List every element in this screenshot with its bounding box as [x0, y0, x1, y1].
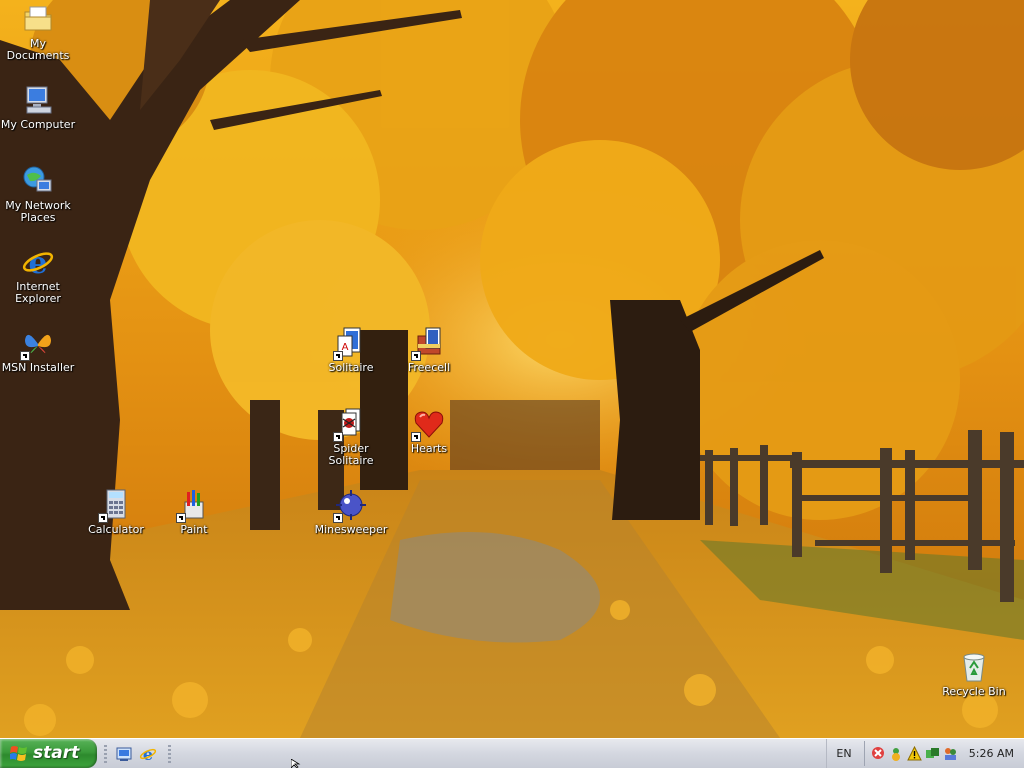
- desktop-icon-label: Calculator: [88, 523, 144, 536]
- desktop-icon-my-network-places[interactable]: My Network Places: [0, 164, 78, 224]
- desktop-icon-paint[interactable]: Paint: [154, 488, 234, 536]
- shortcut-arrow-icon: [411, 432, 421, 442]
- mouse-cursor-icon: [291, 759, 301, 768]
- start-label: start: [33, 743, 80, 763]
- desktop-icon-internet-explorer[interactable]: e Internet Explorer: [0, 245, 78, 305]
- desktop-icon-label: Spider Solitaire: [328, 442, 374, 467]
- msn-butterfly-icon: [20, 326, 55, 361]
- solitaire-icon: A: [333, 326, 368, 361]
- windows-logo-icon: [10, 746, 27, 761]
- desktop-icon-label: Minesweeper: [314, 523, 388, 536]
- security-alert-icon[interactable]: [907, 746, 922, 761]
- shortcut-arrow-icon: [20, 351, 30, 361]
- taskbar-grip[interactable]: [168, 745, 171, 763]
- desktop-icon-spider-solitaire[interactable]: Spider Solitaire: [311, 407, 391, 467]
- desktop-wallpaper[interactable]: [0, 0, 1024, 738]
- calculator-icon: [98, 488, 133, 523]
- network-places-icon: [21, 164, 55, 198]
- svg-text:e: e: [143, 745, 153, 763]
- system-tray: 5:26 AM: [864, 741, 1024, 766]
- desktop-icon-minesweeper[interactable]: Minesweeper: [311, 488, 391, 536]
- recycle-bin-icon: [957, 650, 991, 684]
- desktop-icon-label: My Computer: [0, 118, 76, 131]
- desktop-icon-label: Solitaire: [328, 361, 374, 374]
- desktop-icon-calculator[interactable]: Calculator: [76, 488, 156, 536]
- desktop-icon-label: Hearts: [410, 442, 448, 455]
- desktop-icon-my-computer[interactable]: My Computer: [0, 83, 78, 131]
- messenger-icon[interactable]: [889, 746, 904, 761]
- desktop-icon-label: Internet Explorer: [15, 280, 61, 305]
- quick-launch-grip[interactable]: [104, 745, 107, 763]
- desktop-icon-freecell[interactable]: Freecell: [389, 326, 469, 374]
- desktop-icon-label: Freecell: [407, 361, 451, 374]
- language-indicator[interactable]: EN: [826, 739, 861, 768]
- desktop-icon-label: Recycle Bin: [942, 685, 1006, 698]
- minesweeper-icon: [333, 488, 368, 523]
- shortcut-arrow-icon: [333, 351, 343, 361]
- show-desktop-icon[interactable]: [115, 745, 133, 763]
- internet-explorer-icon[interactable]: e: [139, 745, 157, 763]
- svg-text:e: e: [28, 246, 47, 279]
- desktop-icon-my-documents[interactable]: My Documents: [0, 2, 78, 62]
- users-icon[interactable]: [943, 746, 958, 761]
- my-documents-icon: [21, 2, 55, 36]
- start-button[interactable]: start: [0, 739, 97, 768]
- freecell-icon: [411, 326, 446, 361]
- desktop-icon-msn-installer[interactable]: MSN Installer: [0, 326, 78, 374]
- desktop-icon-label: MSN Installer: [1, 361, 75, 374]
- network-icon[interactable]: [871, 746, 886, 761]
- shortcut-arrow-icon: [176, 513, 186, 523]
- paint-icon: [176, 488, 211, 523]
- desktop-icon-solitaire[interactable]: A Solitaire: [311, 326, 391, 374]
- sync-icon[interactable]: [925, 746, 940, 761]
- desktop-icon-recycle-bin[interactable]: Recycle Bin: [934, 650, 1014, 698]
- my-computer-icon: [21, 83, 55, 117]
- desktop-icon-label: My Documents: [6, 37, 70, 62]
- shortcut-arrow-icon: [411, 351, 421, 361]
- taskbar[interactable]: start e EN 5:26 AM: [0, 738, 1024, 768]
- desktop-icon-label: My Network Places: [5, 199, 71, 224]
- clock[interactable]: 5:26 AM: [969, 741, 1014, 766]
- spider-solitaire-icon: [333, 407, 368, 442]
- desktop-icon-label: Paint: [180, 523, 208, 536]
- shortcut-arrow-icon: [333, 432, 343, 442]
- hearts-icon: [411, 407, 446, 442]
- desktop-icon-hearts[interactable]: Hearts: [389, 407, 469, 455]
- internet-explorer-icon: e: [21, 245, 55, 279]
- shortcut-arrow-icon: [333, 513, 343, 523]
- shortcut-arrow-icon: [98, 513, 108, 523]
